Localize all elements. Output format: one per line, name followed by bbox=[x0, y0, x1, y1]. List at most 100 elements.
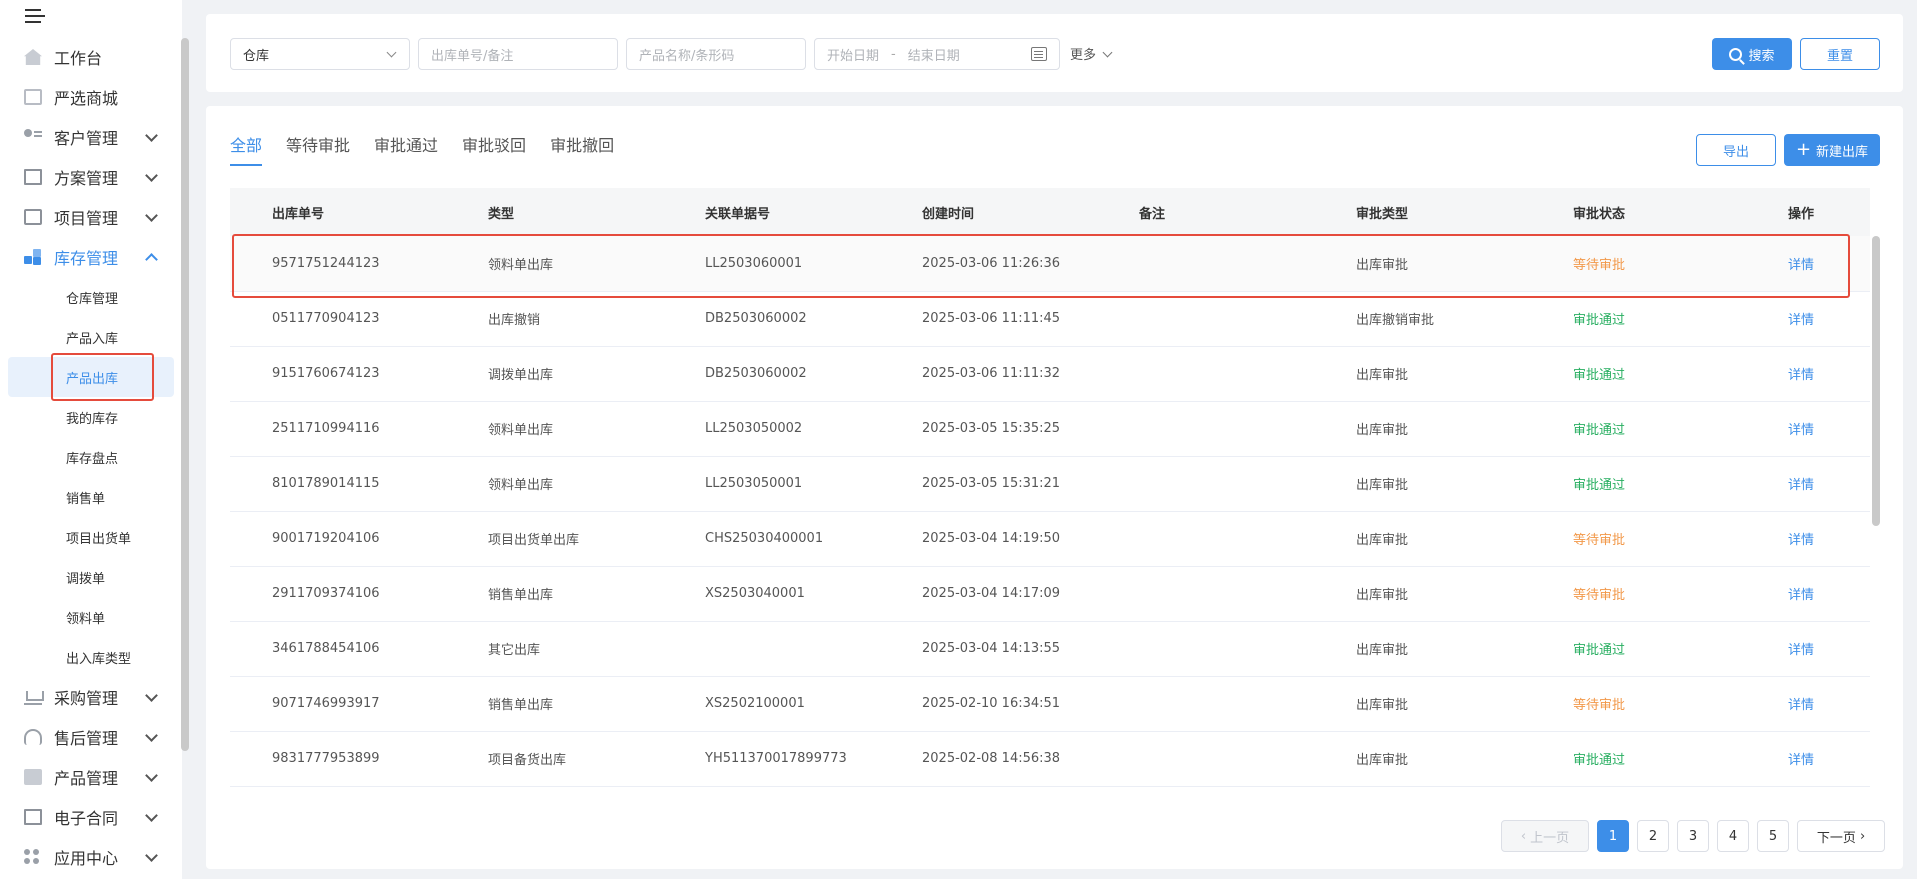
sidebar-item-customers[interactable]: 客户管理 bbox=[0, 117, 182, 157]
tab-rejected[interactable]: 审批驳回 bbox=[462, 132, 526, 166]
cell-op: 详情 bbox=[1748, 236, 1870, 292]
cell-no: 9151760674123 bbox=[230, 346, 446, 402]
sidebar-item-products[interactable]: 产品管理 bbox=[0, 757, 182, 797]
reset-button[interactable]: 重置 bbox=[1800, 38, 1880, 70]
tab-withdrawn[interactable]: 审批撤回 bbox=[550, 132, 614, 166]
tab-waiting[interactable]: 等待审批 bbox=[286, 132, 350, 166]
col-header: 出库单号 bbox=[230, 188, 446, 236]
order-no-input[interactable]: 出库单号/备注 bbox=[418, 38, 618, 70]
sidebar-item-projects[interactable]: 项目管理 bbox=[0, 197, 182, 237]
sidebar-item-label: 客户管理 bbox=[54, 129, 119, 148]
sidebar-subitem-stock-out[interactable]: 产品出库 bbox=[8, 357, 174, 397]
detail-link[interactable]: 详情 bbox=[1788, 313, 1814, 328]
detail-link[interactable]: 详情 bbox=[1788, 423, 1814, 438]
table-row[interactable]: 8101789014115 领料单出库 LL2503050001 2025-03-05… bbox=[230, 456, 1870, 512]
sidebar-subitem-project-shipment[interactable]: 项目出货单 bbox=[0, 517, 182, 557]
table-row[interactable]: 9571751244123 领料单出库 LL2503060001 2025-03-06… bbox=[230, 236, 1870, 292]
table-row[interactable]: 9831777953899 项目备货出库 YH511370017899773 2025… bbox=[230, 731, 1870, 787]
table-row[interactable]: 3461788454106 其它出库 2025-03-04 14:13:55 出库审批… bbox=[230, 621, 1870, 677]
page-button[interactable]: 5 bbox=[1757, 820, 1789, 852]
new-stock-out-button[interactable]: + 新建出库 bbox=[1784, 134, 1880, 166]
cell-status: 等待审批 bbox=[1531, 236, 1748, 292]
sidebar-item-inventory[interactable]: 库存管理 bbox=[0, 237, 182, 277]
menu-collapse-icon[interactable] bbox=[25, 9, 47, 27]
main-panel: 全部 等待审批 审批通过 审批驳回 审批撤回 导出 + 新建出库 出库单号 类型… bbox=[206, 106, 1903, 869]
sidebar-item-plans[interactable]: 方案管理 bbox=[0, 157, 182, 197]
sidebar-scrollbar[interactable] bbox=[181, 38, 189, 751]
cell-approval-type: 出库审批 bbox=[1314, 566, 1531, 622]
cell-ref: LL2503050002 bbox=[663, 401, 880, 457]
tab-all[interactable]: 全部 bbox=[230, 132, 263, 166]
cell-no: 0511770904123 bbox=[230, 291, 446, 347]
col-header: 备注 bbox=[1097, 188, 1314, 236]
sidebar-subitem-stocktake[interactable]: 库存盘点 bbox=[0, 437, 182, 477]
cell-no: 9831777953899 bbox=[230, 731, 446, 787]
table-row[interactable]: 2511710994116 领料单出库 LL2503050002 2025-03-05… bbox=[230, 401, 1870, 457]
sidebar-item-mall[interactable]: 严选商城 bbox=[0, 77, 182, 117]
cell-op: 详情 bbox=[1748, 676, 1870, 732]
table-row[interactable]: 9001719204106 项目出货单出库 CHS25030400001 2025-0… bbox=[230, 511, 1870, 567]
cell-type: 调拨单出库 bbox=[446, 346, 663, 402]
col-header: 创建时间 bbox=[880, 188, 1097, 236]
sidebar-subitem-io-types[interactable]: 出入库类型 bbox=[0, 637, 182, 677]
sidebar-item-apps[interactable]: 应用中心 bbox=[0, 837, 182, 877]
detail-link[interactable]: 详情 bbox=[1788, 258, 1814, 273]
pagination: ‹ 上一页 1 2 3 4 5 下一页 › bbox=[1493, 820, 1885, 852]
table-scrollbar[interactable] bbox=[1872, 236, 1880, 526]
search-button[interactable]: 搜索 bbox=[1712, 38, 1792, 70]
cell-op: 详情 bbox=[1748, 511, 1870, 567]
sidebar-subitem-my-stock[interactable]: 我的库存 bbox=[0, 397, 182, 437]
cell-ref: YH511370017899773 bbox=[663, 731, 880, 787]
table-row[interactable]: 2911709374106 销售单出库 XS2503040001 2025-03-04… bbox=[230, 566, 1870, 622]
cell-note bbox=[1097, 676, 1314, 732]
sidebar-subitem-stock-in[interactable]: 产品入库 bbox=[0, 317, 182, 357]
cell-op: 详情 bbox=[1748, 621, 1870, 677]
cell-status: 审批通过 bbox=[1531, 346, 1748, 402]
cell-status: 审批通过 bbox=[1531, 731, 1748, 787]
sidebar-item-purchasing[interactable]: 采购管理 bbox=[0, 677, 182, 717]
table-row[interactable]: 9151760674123 调拨单出库 DB2503060002 2025-03-06… bbox=[230, 346, 1870, 402]
detail-link[interactable]: 详情 bbox=[1788, 478, 1814, 493]
start-date-input[interactable]: 开始日期 bbox=[827, 45, 879, 64]
detail-link[interactable]: 详情 bbox=[1788, 643, 1814, 658]
cell-approval-type: 出库审批 bbox=[1314, 511, 1531, 567]
date-range-picker[interactable]: 开始日期 - 结束日期 bbox=[814, 38, 1060, 70]
table-row[interactable]: 0511770904123 出库撤销 DB2503060002 2025-03-06 … bbox=[230, 291, 1870, 347]
col-header: 审批类型 bbox=[1314, 188, 1531, 236]
page-button[interactable]: 1 bbox=[1597, 820, 1629, 852]
table-row[interactable]: 9071746993917 销售单出库 XS2502100001 2025-02-10… bbox=[230, 676, 1870, 732]
sidebar-item-after-sales[interactable]: 售后管理 bbox=[0, 717, 182, 757]
sidebar-subitem-warehouse[interactable]: 仓库管理 bbox=[0, 277, 182, 317]
sidebar-item-label: 严选商城 bbox=[54, 89, 119, 108]
detail-link[interactable]: 详情 bbox=[1788, 533, 1814, 548]
cell-no: 2511710994116 bbox=[230, 401, 446, 457]
export-button[interactable]: 导出 bbox=[1696, 134, 1776, 166]
plus-icon: + bbox=[1795, 139, 1812, 160]
apps-icon bbox=[24, 849, 42, 865]
next-page-button[interactable]: 下一页 › bbox=[1797, 820, 1885, 852]
cart-icon bbox=[24, 689, 44, 705]
end-date-input[interactable]: 结束日期 bbox=[908, 45, 960, 64]
detail-link[interactable]: 详情 bbox=[1788, 698, 1814, 713]
sidebar-subitem-requisition[interactable]: 领料单 bbox=[0, 597, 182, 637]
more-filters-toggle[interactable]: 更多 bbox=[1070, 44, 1113, 63]
prev-page-button[interactable]: ‹ 上一页 bbox=[1501, 820, 1589, 852]
tab-approved[interactable]: 审批通过 bbox=[374, 132, 438, 166]
chevron-down-icon bbox=[145, 209, 158, 222]
warehouse-select[interactable]: 仓库 bbox=[230, 38, 410, 70]
detail-link[interactable]: 详情 bbox=[1788, 368, 1814, 383]
detail-link[interactable]: 详情 bbox=[1788, 588, 1814, 603]
product-input[interactable]: 产品名称/条形码 bbox=[626, 38, 806, 70]
cell-no: 3461788454106 bbox=[230, 621, 446, 677]
sidebar-subitem-sales-order[interactable]: 销售单 bbox=[0, 477, 182, 517]
page-button[interactable]: 4 bbox=[1717, 820, 1749, 852]
detail-link[interactable]: 详情 bbox=[1788, 753, 1814, 768]
sidebar-item-workbench[interactable]: 工作台 bbox=[0, 37, 182, 77]
cell-no: 9001719204106 bbox=[230, 511, 446, 567]
sidebar-subitem-transfer[interactable]: 调拨单 bbox=[0, 557, 182, 597]
cell-ref: XS2502100001 bbox=[663, 676, 880, 732]
cell-note bbox=[1097, 731, 1314, 787]
page-button[interactable]: 2 bbox=[1637, 820, 1669, 852]
sidebar-item-contracts[interactable]: 电子合同 bbox=[0, 797, 182, 837]
page-button[interactable]: 3 bbox=[1677, 820, 1709, 852]
